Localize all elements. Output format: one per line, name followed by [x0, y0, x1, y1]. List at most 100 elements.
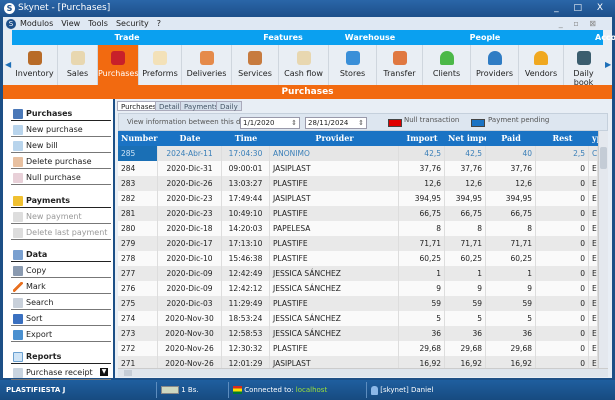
user-value: [skynet] Daniel — [380, 386, 434, 394]
column-header[interactable]: Date — [158, 131, 222, 146]
table-cell: 281 — [118, 206, 158, 221]
ribbon-clients-button[interactable]: Clients — [423, 45, 471, 85]
label: Providers — [475, 69, 514, 78]
table-cell: 0 — [536, 206, 589, 221]
ribbon-daily-book-button[interactable]: Daily book — [564, 45, 603, 87]
inventory-icon — [27, 51, 42, 65]
table-cell: 15:46:38 — [222, 251, 270, 266]
table-cell: 71,71 — [486, 236, 536, 251]
table-row[interactable]: 273 2020-Nov-30 12:58:53 JESSICA SÁNCHEZ 36 3… — [118, 326, 598, 341]
table-cell: JASIPLAST — [270, 191, 399, 206]
table-row[interactable]: 279 2020-Dic-17 17:13:10 PLASTIFE 71,71 71,71… — [118, 236, 598, 251]
table-row[interactable]: 2802020-Dic-1814:20:03PAPELESA8880El — [118, 221, 598, 236]
column-header[interactable]: Time — [222, 131, 270, 146]
from-date-input[interactable]: 1/1/2020 ⇕ — [240, 117, 300, 129]
spinner-icon[interactable]: ⇕ — [358, 118, 364, 128]
stores-icon — [345, 51, 360, 65]
sidebar-item-sort[interactable]: Sort — [11, 311, 111, 326]
menu-view[interactable]: View — [61, 19, 80, 28]
column-header[interactable]: Number — [118, 131, 158, 146]
column-header[interactable]: Paid — [486, 131, 536, 146]
sidebar-item-search[interactable]: Search — [11, 295, 111, 310]
table-row[interactable]: 282 2020-Dic-23 17:49:44 JASIPLAST 394,95 394… — [118, 191, 598, 206]
ribbon-inventory-button[interactable]: Inventory — [12, 45, 58, 85]
ribbon-scroll-right-icon[interactable]: ▶ — [605, 60, 611, 69]
table-row[interactable]: 277 2020-Dic-09 12:42:49 JESSICA SÁNCHEZ 1 1 1… — [118, 266, 598, 281]
label: Purchases — [98, 69, 139, 78]
menu-tools[interactable]: Tools — [88, 19, 108, 28]
table-cell: 2020-Dic-26 — [158, 176, 222, 191]
column-header[interactable]: Net import — [445, 131, 486, 146]
ribbon-preforms-button[interactable]: Preforms — [139, 45, 182, 85]
table-row[interactable]: 271 2020-Nov-26 12:01:29 JASIPLAST 16,92 16,9… — [118, 356, 598, 368]
ribbon-stores-button[interactable]: Stores — [329, 45, 377, 85]
column-header[interactable]: Provider — [270, 131, 399, 146]
tab-daily[interactable]: Daily — [216, 101, 242, 111]
new-doc-icon — [13, 125, 23, 135]
table-row[interactable]: 284 2020-Dic-31 09:00:01 JASIPLAST 37,76 37,7… — [118, 161, 598, 176]
table-cell: El — [589, 176, 598, 191]
table-cell: 60,25 — [445, 251, 486, 266]
ribbon-transfer-button[interactable]: Transfer — [377, 45, 423, 85]
status-bar: PLASTIFIESTA J 1 Bs. Connected to: local… — [0, 380, 615, 400]
sidebar-item-null-purchase[interactable]: Null purchase — [11, 170, 111, 185]
scroll-thumb[interactable] — [124, 370, 132, 376]
table-row[interactable]: 2752020-Dic-0311:29:49PLASTIFE5959590El — [118, 296, 598, 311]
table-row[interactable]: 274 2020-Nov-30 18:53:24 JESSICA SÁNCHEZ 5 5 5… — [118, 311, 598, 326]
app-menu-icon[interactable]: S — [6, 18, 16, 29]
table-cell: El — [589, 236, 598, 251]
table-row[interactable]: 276 2020-Dic-09 12:42:12 JESSICA SÁNCHEZ 9 9 9… — [118, 281, 598, 296]
tab-purchases[interactable]: Purchases — [117, 101, 161, 111]
delete-payment-icon — [13, 228, 23, 238]
menu-security[interactable]: Security — [116, 19, 149, 28]
label: Transfer — [383, 69, 416, 78]
menu-modulos[interactable]: Modulos — [20, 19, 53, 28]
sidebar-item-delete-purchase[interactable]: Delete purchase — [11, 154, 111, 169]
ribbon-deliveries-button[interactable]: Deliveries — [182, 45, 232, 85]
column-header[interactable]: Rest — [536, 131, 589, 146]
ribbon-scroll-left-icon[interactable]: ◀ — [5, 60, 11, 69]
table-row[interactable]: 278 2020-Dic-10 15:46:38 PLASTIFE 60,25 60,25… — [118, 251, 598, 266]
table-cell: 29,68 — [486, 341, 536, 356]
scroll-thumb[interactable] — [600, 147, 607, 169]
table-row[interactable]: 272 2020-Nov-26 12:30:32 PLASTIFE 29,68 29,68… — [118, 341, 598, 356]
to-date-input[interactable]: 28/11/2024 ⇕ — [305, 117, 367, 129]
label: Cash flow — [284, 69, 323, 78]
sidebar-item-new-payment[interactable]: New payment — [11, 209, 111, 224]
ribbon-sales-button[interactable]: Sales — [58, 45, 98, 85]
horizontal-scrollbar[interactable] — [118, 368, 608, 377]
ribbon-vendors-button[interactable]: Vendors — [519, 45, 564, 85]
daily-book-icon — [576, 51, 591, 65]
sidebar-item-export[interactable]: Export — [11, 327, 111, 342]
sidebar-item-delete-last-payment[interactable]: Delete last payment — [11, 225, 111, 240]
table-header: NumberDateTimeProviderImportNet importPa… — [118, 131, 598, 146]
table-row[interactable]: 283 2020-Dic-26 13:03:27 PLASTIFE 12,6 12,6 12… — [118, 176, 598, 191]
sidebar-item-purchase-receipt[interactable]: Purchase receipt ▼ — [11, 365, 111, 380]
ribbon-purchases-button[interactable]: Purchases — [98, 45, 139, 85]
ribbon-cash-flow-button[interactable]: Cash flow — [279, 45, 329, 85]
ribbon-providers-button[interactable]: Providers — [471, 45, 519, 85]
column-header[interactable]: Import — [399, 131, 445, 146]
table-cell: 394,95 — [486, 191, 536, 206]
sidebar-item-copy[interactable]: Copy — [11, 263, 111, 278]
menu-help[interactable]: ? — [157, 19, 161, 28]
table-cell: 2020-Dic-17 — [158, 236, 222, 251]
table-cell: El — [589, 356, 598, 368]
spinner-icon[interactable]: ⇕ — [291, 118, 297, 128]
table-row[interactable]: 281 2020-Dic-23 10:49:10 PLASTIFE 66,75 66,75… — [118, 206, 598, 221]
window-controls[interactable]: _ □ X — [554, 0, 609, 17]
table-cell: 2020-Dic-09 — [158, 266, 222, 281]
table-row[interactable]: 285 2024-Abr-11 17:04:30 ANONIMO 42,5 42,5 40 2… — [118, 146, 598, 161]
column-header[interactable]: ype — [589, 131, 598, 146]
sidebar-item-new-bill[interactable]: New bill — [11, 138, 111, 153]
table-cell: 2020-Nov-30 — [158, 311, 222, 326]
export-icon — [13, 330, 23, 340]
ribbon-services-button[interactable]: Services — [232, 45, 279, 85]
mdi-controls[interactable]: _ ▫ ⊠ — [559, 17, 600, 30]
vertical-scrollbar[interactable] — [598, 131, 608, 368]
sidebar-item-mark[interactable]: Mark — [11, 279, 111, 294]
from-date-value: 1/1/2020 — [243, 119, 275, 127]
sidebar-item-new-purchase[interactable]: New purchase — [11, 122, 111, 137]
table-cell: 60,25 — [399, 251, 445, 266]
dropdown-icon[interactable]: ▼ — [100, 368, 108, 376]
